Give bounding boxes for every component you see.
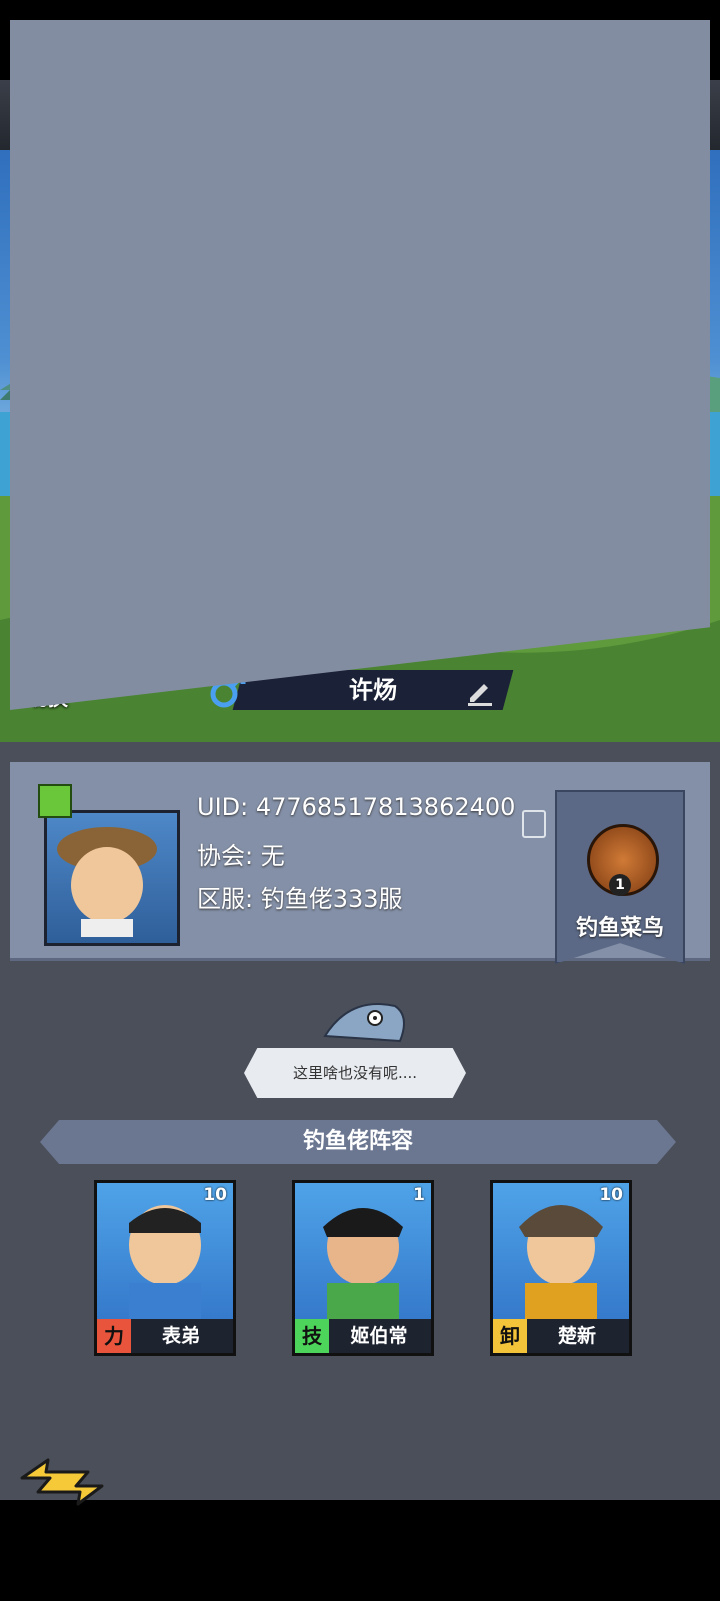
card-level: 10 <box>203 1185 227 1205</box>
card-type-badge: 技 <box>295 1319 329 1353</box>
card-portrait <box>323 1208 403 1319</box>
guild-text: 协会: 无 <box>197 842 285 870</box>
card-level: 1 <box>413 1185 425 1205</box>
empty-message-box: 这里啥也没有呢.... <box>244 1048 466 1098</box>
copy-icon[interactable] <box>522 810 546 838</box>
profile-panel-inner <box>10 20 710 710</box>
card-name: 姬伯常 <box>350 1325 408 1347</box>
empty-message: 这里啥也没有呢.... <box>292 1064 418 1082</box>
avatar[interactable] <box>44 810 180 946</box>
fish-mascot-icon <box>323 1003 405 1043</box>
card-name: 表弟 <box>161 1325 200 1347</box>
uid-text: UID: 47768517813862400 <box>197 793 516 821</box>
card-type-badge: 卸 <box>493 1319 527 1353</box>
rank-title: 钓鱼菜鸟 <box>575 916 664 941</box>
change-avatar-icon[interactable] <box>38 784 72 818</box>
lineup-header: 钓鱼佬阵容 <box>40 1120 676 1164</box>
rank-level: 1 <box>609 874 631 896</box>
rank-badge[interactable]: 1 钓鱼菜鸟 <box>555 790 685 964</box>
edit-pencil-icon[interactable] <box>464 676 494 706</box>
lineup-card[interactable]: 10 卸 楚新 <box>490 1180 632 1356</box>
avatar-portrait <box>57 827 157 937</box>
lineup-card[interactable]: 1 技 姬伯常 <box>292 1180 434 1356</box>
lineup-title: 钓鱼佬阵容 <box>302 1129 413 1154</box>
back-arrow-icon[interactable] <box>18 1456 110 1508</box>
card-level: 10 <box>599 1185 623 1205</box>
card-name: 楚新 <box>557 1325 596 1347</box>
card-type-badge: 力 <box>97 1319 131 1353</box>
server-text: 区服: 钓鱼佬333服 <box>197 885 403 913</box>
lineup-card[interactable]: 10 力 表弟 <box>94 1180 236 1356</box>
